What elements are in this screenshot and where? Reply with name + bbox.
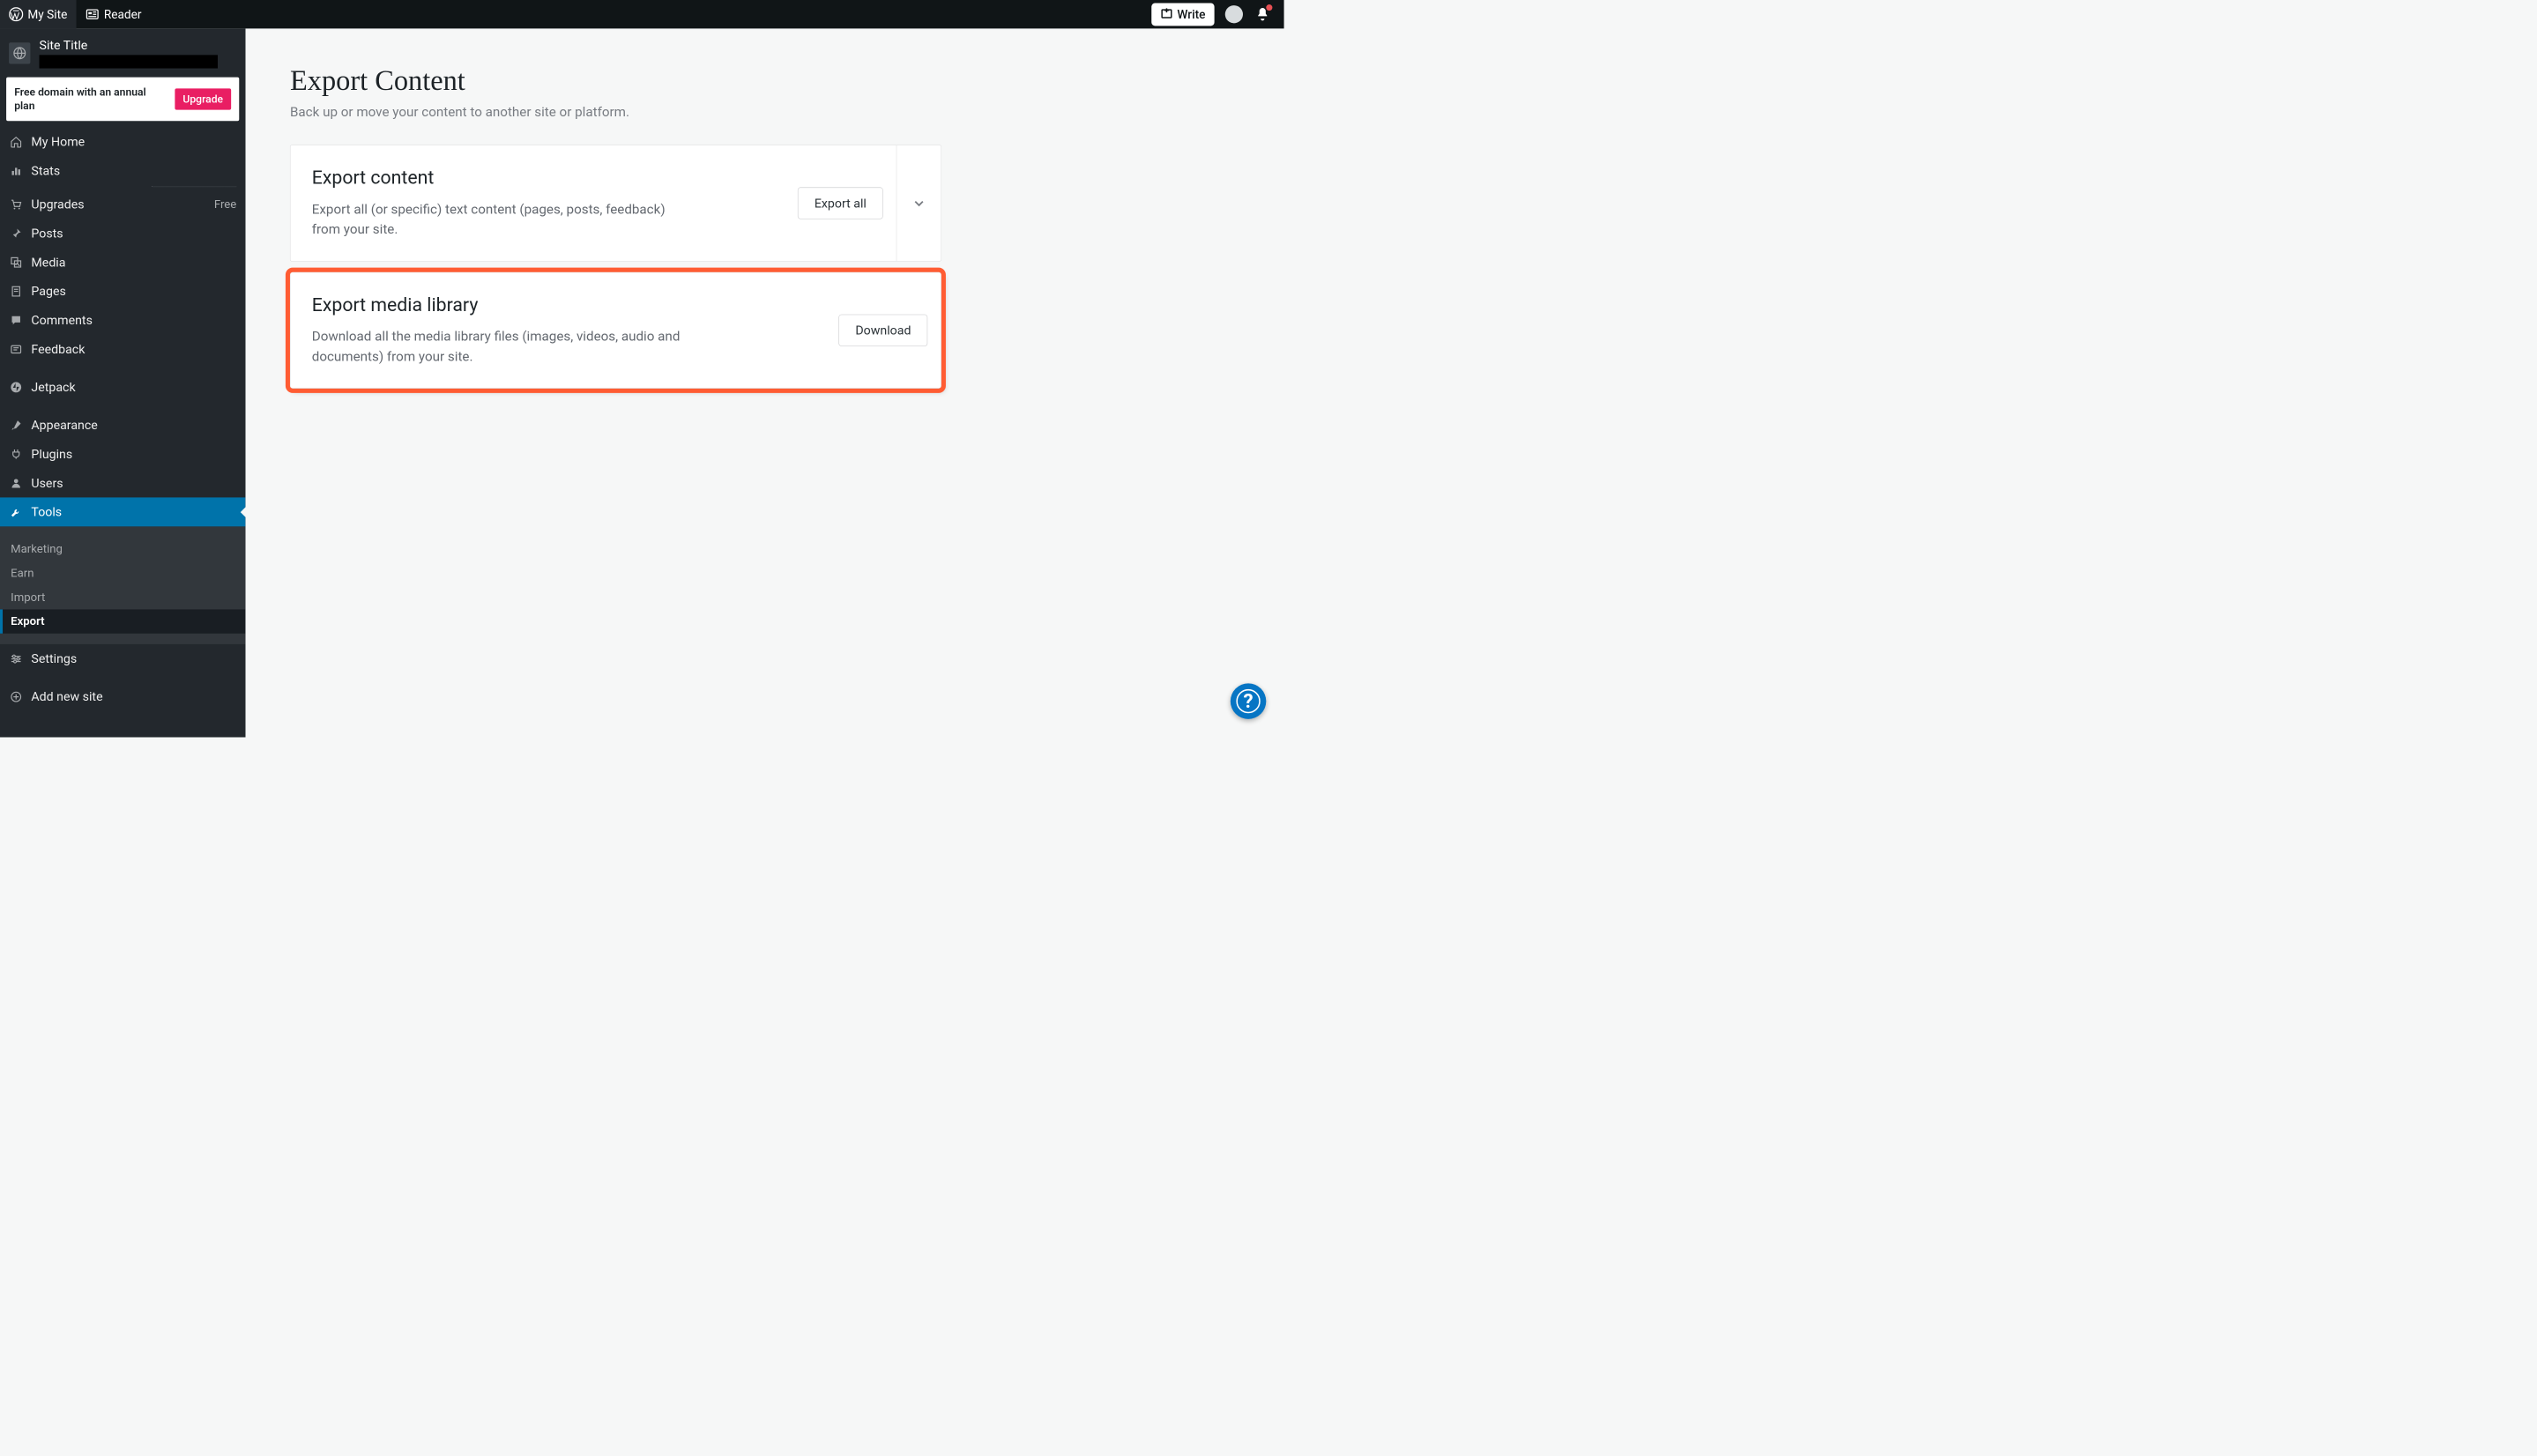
avatar[interactable] [1225, 5, 1243, 23]
upgrade-text: Free domain with an annual plan [14, 85, 167, 114]
topbar-mysite-label: My Site [27, 7, 67, 21]
jetpack-icon [9, 380, 23, 394]
sidebar-item-media[interactable]: Media [0, 248, 245, 277]
tools-icon [9, 505, 23, 519]
wordpress-icon [9, 7, 23, 21]
sidebar-item-my-home[interactable]: My Home [0, 127, 245, 156]
home-icon [9, 135, 23, 149]
stats-icon [9, 164, 23, 178]
export-content-title: Export content [312, 167, 763, 189]
sidebar-item-label: Stats [31, 163, 60, 178]
submenu-item-marketing[interactable]: Marketing [0, 538, 245, 561]
sidebar-item-label: My Home [31, 135, 85, 150]
submenu-item-export[interactable]: Export [0, 610, 245, 634]
sidebar-item-label: Appearance [31, 418, 97, 433]
download-button[interactable]: Download [839, 315, 928, 346]
site-url-redacted [40, 55, 218, 68]
page-title: Export Content [290, 64, 1239, 97]
topbar-left: My Site Reader [0, 0, 151, 28]
notifications-icon[interactable] [1254, 5, 1271, 23]
sidebar-item-tools[interactable]: Tools [0, 497, 245, 526]
sidebar-item-appearance[interactable]: Appearance [0, 411, 245, 440]
user-icon [9, 476, 23, 490]
sidebar-item-feedback[interactable]: Feedback [0, 335, 245, 364]
sidebar-item-stats[interactable]: Stats [0, 156, 245, 189]
sidebar-item-settings[interactable]: Settings [0, 644, 245, 673]
export-content-expand[interactable] [897, 145, 941, 261]
upgrade-card: Free domain with an annual plan Upgrade [6, 78, 239, 122]
sidebar-item-users[interactable]: Users [0, 469, 245, 498]
sidebar-item-upgrades[interactable]: Upgrades Free [0, 189, 245, 219]
sidebar-item-posts[interactable]: Posts [0, 219, 245, 248]
site-icon [9, 42, 30, 63]
submenu-tools: MarketingEarnImportExport [0, 526, 245, 644]
sidebar-item-pages[interactable]: Pages [0, 277, 245, 306]
sidebar-item-label: Upgrades [31, 197, 84, 212]
sidebar-item-label: Posts [31, 226, 63, 241]
feedback-icon [9, 342, 23, 356]
export-content-card: Export content Export all (or specific) … [290, 145, 941, 261]
notification-dot [1266, 4, 1272, 11]
topbar-reader[interactable]: Reader [76, 0, 150, 28]
export-content-desc: Export all (or specific) text content (p… [312, 199, 696, 240]
topbar-right: Write [1151, 3, 1284, 26]
sidebar-item-label: Users [31, 476, 63, 491]
sidebar-item-label: Feedback [31, 342, 85, 357]
write-label: Write [1177, 7, 1205, 21]
content: Export Content Back up or move your cont… [245, 28, 1283, 737]
sidebar-item-label: Tools [31, 505, 62, 520]
sidebar-item-label: Jetpack [31, 380, 75, 395]
settings-icon [9, 651, 23, 665]
topbar: My Site Reader Write [0, 0, 1284, 28]
sidebar-item-comments[interactable]: Comments [0, 306, 245, 335]
topbar-mysite[interactable]: My Site [0, 0, 76, 28]
flyout-arrow-icon [241, 507, 246, 517]
upgrade-button[interactable]: Upgrade [175, 88, 231, 109]
cart-icon [9, 197, 23, 212]
sidebar-item-plugins[interactable]: Plugins [0, 440, 245, 469]
sidebar: Site Title Free domain with an annual pl… [0, 28, 245, 737]
export-all-button[interactable]: Export all [798, 188, 882, 219]
comment-icon [9, 313, 23, 327]
site-title: Site Title [40, 38, 218, 53]
reader-icon [86, 7, 100, 21]
page-subtitle: Back up or move your content to another … [290, 104, 1239, 120]
sidebar-badge: Free [214, 197, 236, 211]
plug-icon [9, 447, 23, 461]
sidebar-item-add-new-site[interactable]: Add new site [0, 682, 245, 711]
submenu-item-earn[interactable]: Earn [0, 561, 245, 585]
export-media-title: Export media library [312, 294, 804, 316]
sidebar-item-label: Media [31, 255, 65, 270]
plus-icon [9, 689, 23, 703]
topbar-reader-label: Reader [104, 7, 142, 21]
sidebar-item-label: Plugins [31, 447, 72, 462]
page-icon [9, 284, 23, 298]
help-fab[interactable]: ? [1231, 683, 1266, 718]
sidebar-item-label: Pages [31, 284, 65, 299]
stats-sparkline [152, 187, 236, 188]
export-media-card: Export media library Download all the me… [290, 272, 941, 389]
write-plus-icon [1160, 6, 1172, 22]
sidebar-item-jetpack[interactable]: Jetpack [0, 373, 245, 402]
pin-icon [9, 227, 23, 241]
write-button[interactable]: Write [1151, 3, 1215, 26]
help-icon: ? [1236, 689, 1260, 713]
submenu-item-import[interactable]: Import [0, 585, 245, 609]
sidebar-item-label: Comments [31, 313, 92, 328]
sidebar-item-label: Add new site [31, 689, 102, 704]
export-media-desc: Download all the media library files (im… [312, 326, 696, 367]
media-icon [9, 255, 23, 269]
brush-icon [9, 418, 23, 432]
sidebar-item-label: Settings [31, 651, 77, 666]
site-header[interactable]: Site Title [0, 28, 245, 77]
